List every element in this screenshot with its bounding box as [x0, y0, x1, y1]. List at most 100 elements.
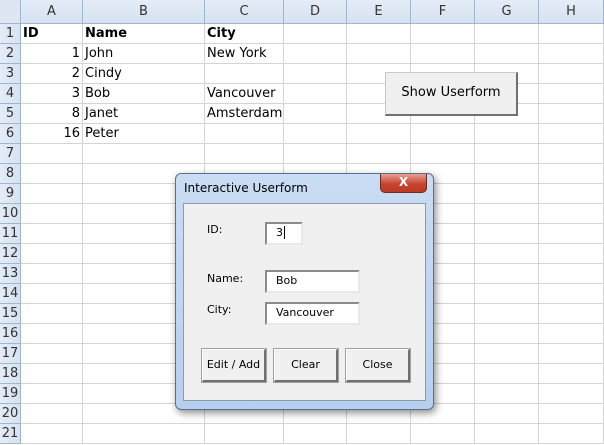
cell[interactable]	[21, 144, 83, 164]
cell[interactable]	[83, 424, 205, 444]
cell[interactable]	[475, 124, 539, 144]
cell[interactable]	[539, 24, 604, 44]
column-header-f[interactable]: F	[411, 0, 475, 24]
cell[interactable]: 16	[21, 124, 83, 144]
cell[interactable]	[539, 64, 604, 84]
row-header-7[interactable]: 7	[0, 144, 21, 164]
cell[interactable]	[539, 364, 604, 384]
cell[interactable]: John	[83, 44, 205, 64]
row-header-4[interactable]: 4	[0, 84, 21, 104]
cell[interactable]: Cindy	[83, 64, 205, 84]
row-header-13[interactable]: 13	[0, 264, 21, 284]
row-header-8[interactable]: 8	[0, 164, 21, 184]
cell[interactable]	[539, 304, 604, 324]
close-icon[interactable]: X	[380, 174, 427, 193]
column-header-g[interactable]: G	[475, 0, 539, 24]
cell[interactable]	[347, 24, 411, 44]
cell[interactable]	[475, 304, 539, 324]
cell[interactable]	[475, 184, 539, 204]
cell[interactable]	[539, 224, 604, 244]
cell[interactable]	[21, 204, 83, 224]
cell[interactable]	[411, 24, 475, 44]
column-header-b[interactable]: B	[83, 0, 205, 24]
cell[interactable]	[21, 284, 83, 304]
cell[interactable]	[539, 144, 604, 164]
cell[interactable]	[475, 44, 539, 64]
cell[interactable]	[475, 424, 539, 444]
cell[interactable]	[284, 44, 347, 64]
cell[interactable]	[475, 164, 539, 184]
cell[interactable]: Name	[83, 24, 205, 44]
row-header-12[interactable]: 12	[0, 244, 21, 264]
cell[interactable]	[21, 364, 83, 384]
row-header-18[interactable]: 18	[0, 364, 21, 384]
cell[interactable]	[21, 224, 83, 244]
cell[interactable]	[475, 264, 539, 284]
row-header-2[interactable]: 2	[0, 44, 21, 64]
edit-add-button[interactable]: Edit / Add	[201, 348, 267, 383]
cell[interactable]	[539, 204, 604, 224]
column-header-h[interactable]: H	[539, 0, 604, 24]
cell[interactable]	[284, 424, 347, 444]
cell[interactable]: 1	[21, 44, 83, 64]
cell[interactable]: ID	[21, 24, 83, 44]
cell[interactable]: Amsterdam	[205, 104, 284, 124]
cell[interactable]	[475, 244, 539, 264]
cell[interactable]	[411, 144, 475, 164]
cell[interactable]	[347, 124, 411, 144]
cell[interactable]: 2	[21, 64, 83, 84]
cell[interactable]	[475, 384, 539, 404]
cell[interactable]	[539, 244, 604, 264]
row-header-16[interactable]: 16	[0, 324, 21, 344]
cell[interactable]	[475, 24, 539, 44]
name-input[interactable]: Bob	[265, 270, 360, 293]
column-header-a[interactable]: A	[21, 0, 83, 24]
cell[interactable]	[475, 204, 539, 224]
cell[interactable]	[21, 184, 83, 204]
cell[interactable]	[347, 144, 411, 164]
cell[interactable]	[347, 424, 411, 444]
row-header-15[interactable]: 15	[0, 304, 21, 324]
row-header-5[interactable]: 5	[0, 104, 21, 124]
cell[interactable]	[539, 384, 604, 404]
cell[interactable]	[475, 284, 539, 304]
cell[interactable]	[539, 264, 604, 284]
cell[interactable]	[475, 324, 539, 344]
row-header-9[interactable]: 9	[0, 184, 21, 204]
row-header-17[interactable]: 17	[0, 344, 21, 364]
close-button[interactable]: Close	[345, 348, 411, 383]
cell[interactable]	[539, 404, 604, 424]
cell[interactable]	[21, 264, 83, 284]
cell[interactable]	[539, 84, 604, 104]
city-input[interactable]: Vancouver	[265, 302, 360, 325]
cell[interactable]	[21, 324, 83, 344]
cell[interactable]	[475, 404, 539, 424]
cell[interactable]	[411, 124, 475, 144]
cell[interactable]	[21, 424, 83, 444]
cell[interactable]	[539, 424, 604, 444]
row-header-6[interactable]: 6	[0, 124, 21, 144]
cell[interactable]: 8	[21, 104, 83, 124]
cell[interactable]	[539, 44, 604, 64]
cell[interactable]	[539, 324, 604, 344]
cell[interactable]	[284, 84, 347, 104]
cell[interactable]	[539, 164, 604, 184]
cell[interactable]	[475, 344, 539, 364]
cell[interactable]	[21, 164, 83, 184]
row-header-3[interactable]: 3	[0, 64, 21, 84]
row-header-21[interactable]: 21	[0, 424, 21, 444]
row-header-19[interactable]: 19	[0, 384, 21, 404]
row-header-14[interactable]: 14	[0, 284, 21, 304]
cell[interactable]	[475, 224, 539, 244]
cell[interactable]	[284, 124, 347, 144]
id-input[interactable]: 3​	[265, 222, 303, 245]
cell[interactable]: 3	[21, 84, 83, 104]
cell[interactable]	[539, 104, 604, 124]
cell[interactable]	[411, 424, 475, 444]
cell[interactable]	[475, 144, 539, 164]
cell[interactable]	[284, 24, 347, 44]
cell[interactable]: City	[205, 24, 284, 44]
select-all-corner[interactable]	[0, 0, 21, 24]
cell[interactable]	[539, 284, 604, 304]
cell[interactable]	[284, 104, 347, 124]
